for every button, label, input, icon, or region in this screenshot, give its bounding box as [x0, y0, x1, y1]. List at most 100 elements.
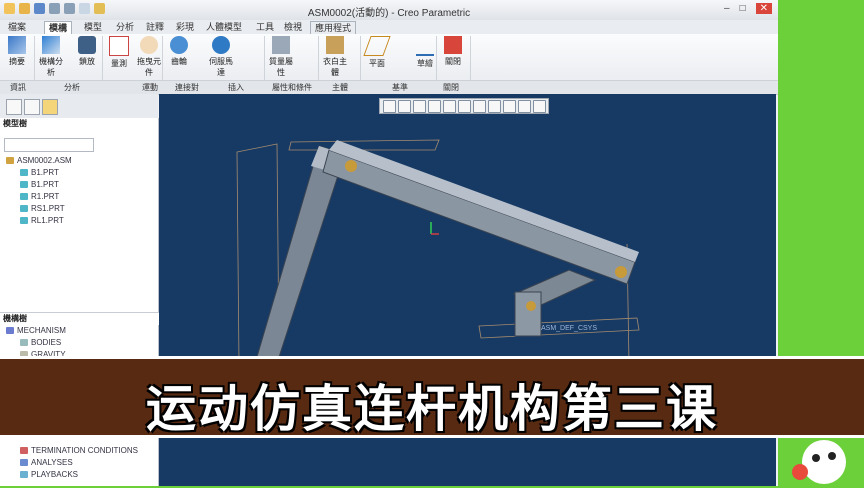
analysis-icon	[42, 36, 60, 54]
summary-tool[interactable]: 摘要	[2, 36, 32, 67]
tree-item-label: RS1.PRT	[31, 204, 65, 213]
zoom-out-icon[interactable]	[413, 99, 426, 113]
layer-tab[interactable]	[24, 99, 40, 115]
zoom-in-icon[interactable]	[398, 99, 411, 113]
group-analysis: 分析	[64, 83, 80, 92]
mech-analysis-tool[interactable]: 機構分析	[36, 36, 66, 78]
close-red-icon	[444, 36, 462, 54]
summary-icon	[8, 36, 26, 54]
bodies-icon	[326, 36, 344, 54]
assembly-icon	[6, 157, 14, 165]
analyses-icon	[20, 459, 28, 467]
title-banner: 运动仿真连杆机构第三课	[0, 356, 864, 438]
refit-icon[interactable]	[383, 99, 396, 113]
repaint-icon[interactable]	[428, 99, 441, 113]
banner-title: 运动仿真连杆机构第三课	[146, 380, 718, 438]
tab-view[interactable]: 檢視	[280, 21, 306, 33]
maximize-icon[interactable]: □	[740, 3, 746, 14]
measure-icon	[109, 36, 129, 56]
servo-label: 伺服馬達	[209, 57, 233, 77]
drag-hand-icon	[140, 36, 158, 54]
tree-item-label: B1.PRT	[31, 168, 59, 177]
group-info: 資訊	[10, 83, 26, 92]
servo-tool[interactable]: 伺服馬達	[206, 36, 236, 78]
mass-props-label: 質量屬性	[269, 57, 293, 77]
tree-item-part[interactable]: B1.PRT	[20, 168, 59, 177]
mech-item-termination[interactable]: TERMINATION CONDITIONS	[20, 446, 138, 455]
navigator-tabs	[0, 94, 158, 118]
datum-display-icon[interactable]	[503, 99, 516, 113]
folder-tab[interactable]	[42, 99, 58, 115]
bodies-label: 衣白主體	[323, 57, 347, 77]
mech-item-label: TERMINATION CONDITIONS	[31, 446, 138, 455]
display-style-icon[interactable]	[443, 99, 456, 113]
plane-tool[interactable]: 平面	[362, 36, 392, 69]
tab-applications[interactable]: 應用程式	[310, 21, 357, 35]
ribbon-tabs: 檔案 模構 模型 分析 註釋 彩現 人體模型 工具 檢視 應用程式	[0, 20, 778, 35]
saved-views-icon[interactable]	[458, 99, 471, 113]
part-icon	[20, 217, 28, 225]
group-properties: 屬性和條件	[272, 83, 312, 92]
tab-analysis[interactable]: 分析	[112, 21, 138, 33]
perspective-icon[interactable]	[488, 99, 501, 113]
gear-icon	[170, 36, 188, 54]
measure-tool[interactable]: 量測	[104, 36, 134, 69]
drag-label: 拖曳元件	[137, 57, 161, 77]
drag-tool[interactable]: 拖曳元件	[134, 36, 164, 78]
group-connections: 連接對	[175, 83, 199, 92]
part-icon	[20, 169, 28, 177]
tab-render[interactable]: 彩現	[172, 21, 198, 33]
mech-item-bodies[interactable]: BODIES	[20, 338, 61, 347]
measure-label: 量測	[111, 59, 127, 68]
mech-item-playbacks[interactable]: PLAYBACKS	[20, 470, 78, 479]
group-insert: 插入	[228, 83, 244, 92]
tab-manikin[interactable]: 人體模型	[202, 21, 246, 33]
tree-item-part[interactable]: RL1.PRT	[20, 216, 64, 225]
spin-center-icon[interactable]	[518, 99, 531, 113]
tree-item-label: B1.PRT	[31, 180, 59, 189]
model-tree-search[interactable]	[4, 138, 94, 152]
mechanism-tree-lower: TERMINATION CONDITIONS ANALYSES PLAYBACK…	[0, 438, 159, 486]
tab-tools[interactable]: 工具	[252, 21, 278, 33]
tab-mechanism[interactable]: 模構	[44, 21, 73, 34]
playback-icon	[78, 36, 96, 54]
part-icon	[20, 193, 28, 201]
title-bar: ASM0002(活動的) - Creo Parametric – □ ✕	[0, 0, 778, 21]
view-manager-icon[interactable]	[473, 99, 486, 113]
tree-item-label: RL1.PRT	[31, 216, 64, 225]
tab-file[interactable]: 檔案	[4, 21, 30, 33]
tab-annotate[interactable]: 註釋	[142, 21, 168, 33]
tree-root[interactable]: ASM0002.ASM	[6, 156, 72, 165]
model-tree-header: 模型樹	[0, 118, 158, 130]
mech-item-label: ANALYSES	[31, 458, 73, 467]
servo-motor-icon	[212, 36, 230, 54]
bodies-tree-icon	[20, 339, 28, 347]
close-icon[interactable]: ✕	[755, 3, 772, 14]
mech-analysis-label: 機構分析	[39, 57, 63, 77]
playback-tool[interactable]: 鎖放	[72, 36, 102, 67]
minimize-icon[interactable]: –	[724, 3, 730, 14]
bodies-tool[interactable]: 衣白主體	[320, 36, 350, 78]
window-controls: – □ ✕	[724, 3, 772, 14]
close-tool[interactable]: 關閉	[438, 36, 468, 67]
annotation-display-icon[interactable]	[533, 99, 546, 113]
mass-props-tool[interactable]: 質量屬性	[266, 36, 296, 78]
model-tree-tab[interactable]	[6, 99, 22, 115]
tree-root-label: ASM0002.ASM	[17, 156, 72, 165]
mech-root[interactable]: MECHANISM	[6, 326, 66, 335]
tree-item-part[interactable]: RS1.PRT	[20, 204, 65, 213]
gear-tool[interactable]: 齒輪	[164, 36, 194, 67]
group-motion: 運動	[142, 83, 158, 92]
window-title: ASM0002(活動的) - Creo Parametric	[307, 8, 471, 19]
part-icon	[20, 205, 28, 213]
ribbon-group-labels: 資訊 分析 運動 連接對 插入 屬性和條件 主體 基準 關閉	[0, 80, 778, 94]
mechanism-icon	[6, 327, 14, 335]
mech-item-label: PLAYBACKS	[31, 470, 78, 479]
tree-item-part[interactable]: B1.PRT	[20, 180, 59, 189]
mech-item-analyses[interactable]: ANALYSES	[20, 458, 73, 467]
mass-icon	[272, 36, 290, 54]
tree-item-part[interactable]: R1.PRT	[20, 192, 59, 201]
sketch-label: 草繪	[417, 59, 433, 68]
tab-model[interactable]: 模型	[80, 21, 106, 33]
mechanism-tree-header: 機構樹	[0, 312, 161, 325]
